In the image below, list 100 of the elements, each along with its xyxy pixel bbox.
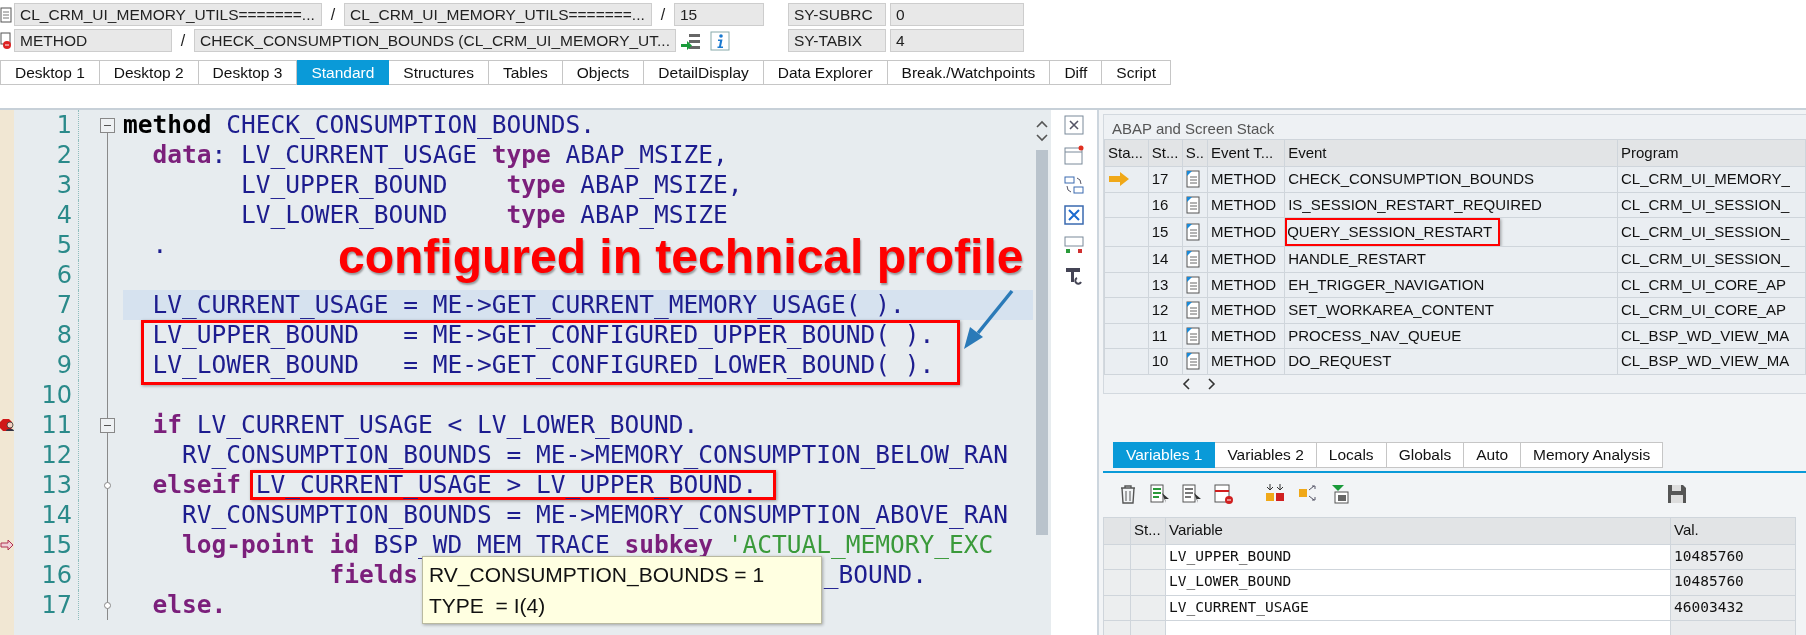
tooltip-text: RV_CONSUMPTION_BOUNDS = 1 — [429, 562, 766, 589]
document-icon — [1185, 326, 1200, 345]
tab[interactable]: Tables — [488, 60, 563, 85]
table-cell: CL_CRM_UI_SESSION_ — [1617, 246, 1806, 272]
table-cell: CL_CRM_UI_CORE_AP — [1617, 272, 1806, 298]
field: 4 — [890, 29, 1024, 52]
code-line: LV_LOWER_BOUND = ME->GET_CONFIGURED_LOWER_BOUND( ). — [152, 350, 935, 380]
table-cell: HANDLE_RESTART — [1284, 246, 1618, 272]
table-cell: CL_BSP_WD_VIEW_MA — [1617, 323, 1806, 349]
column-header[interactable]: Sta... — [1104, 139, 1149, 167]
column-header[interactable]: Program — [1617, 139, 1806, 167]
tab[interactable]: Structures — [389, 60, 489, 85]
tooltip-text: TYPE = I(4) — [429, 593, 547, 619]
separator: / — [329, 4, 337, 25]
collapse-icon[interactable] — [100, 117, 115, 133]
code-line: . — [152, 230, 168, 260]
table-cell: EH_TRIGGER_NAVIGATION — [1284, 272, 1618, 298]
tab[interactable]: Data Explorer — [763, 60, 888, 85]
table-cell: LV_UPPER_BOUND — [1165, 544, 1671, 570]
table-cell: CL_BSP_WD_VIEW_MA — [1617, 348, 1806, 374]
column-header[interactable]: Val. — [1670, 517, 1796, 544]
field-label: SY-SUBRC — [788, 3, 886, 26]
document-icon — [1185, 352, 1200, 371]
code-line: data: LV_CURRENT_USAGE type ABAP_MSIZE, — [152, 140, 728, 170]
code-line: _BOUND. — [823, 560, 927, 590]
column-header[interactable]: St... — [1148, 139, 1183, 167]
scroll-right-icon[interactable] — [1208, 377, 1216, 390]
table-cell: SET_WORKAREA_CONTENT — [1284, 297, 1618, 323]
code-line: RV_CONSUMPTION_BOUNDS = ME->MEMORY_CONSUMPTION_BELOW_RAN — [182, 440, 1008, 470]
table-cell: 10485760 — [1670, 569, 1796, 595]
layout-icon[interactable] — [1063, 234, 1085, 256]
current-arrow-icon — [1108, 172, 1130, 187]
table-cell: METHOD — [1207, 217, 1285, 247]
code-line: elseif — [152, 470, 242, 500]
tab[interactable]: Globals — [1386, 441, 1465, 468]
table-cell: IS_SESSION_RESTART_REQUIRED — [1284, 192, 1618, 218]
document-icon — [1185, 223, 1200, 241]
table-cell: METHOD — [1207, 192, 1285, 218]
collapse-icon[interactable] — [100, 417, 115, 433]
code-line: log-point id BSP_WD_MEM_TRACE subkey 'ACTUAL_MEMORY_EXC — [182, 530, 994, 560]
column-header[interactable]: S.. — [1182, 139, 1208, 167]
tab[interactable]: Desktop 1 — [0, 60, 100, 85]
code-line: RV_CONSUMPTION_BOUNDS = ME->MEMORY_CONSUMPTION_ABOVE_RAN — [182, 500, 1008, 530]
code-line: LV_UPPER_BOUND = ME->GET_CONFIGURED_UPPER_BOUND( ). — [152, 320, 935, 350]
column-header[interactable]: Event — [1284, 139, 1618, 167]
code-line: LV_UPPER_BOUND type ABAP_MSIZE, — [241, 170, 743, 200]
tab[interactable]: Break./Watchpoints — [887, 60, 1051, 85]
field-label: SY-TABIX — [788, 29, 886, 52]
scroll-down-icon[interactable] — [1036, 134, 1048, 142]
annotation-arrow — [964, 289, 1014, 349]
table-cell: 46003432 — [1670, 595, 1796, 621]
close-icon[interactable] — [1063, 114, 1085, 136]
tab[interactable]: Locals — [1316, 441, 1387, 468]
table-cell: CL_CRM_UI_SESSION_ — [1617, 192, 1806, 218]
code-line: LV_CURRENT_USAGE = ME->GET_CURRENT_MEMORY_USAGE( ). — [152, 290, 905, 320]
table-cell: METHOD — [1207, 166, 1285, 192]
tab[interactable]: Desktop 3 — [198, 60, 298, 85]
code-line: else. — [152, 590, 227, 620]
table-cell: LV_CURRENT_USAGE — [1165, 595, 1671, 621]
column-header[interactable]: St... — [1130, 517, 1166, 544]
document-icon — [1185, 170, 1200, 189]
swap-icon[interactable] — [1063, 174, 1085, 196]
tab[interactable]: Desktop 2 — [99, 60, 199, 85]
tab[interactable]: DetailDisplay — [644, 60, 764, 85]
tab[interactable]: Script — [1102, 60, 1171, 85]
code-line: if LV_CURRENT_USAGE < LV_LOWER_BOUND. — [152, 410, 699, 440]
list-select-icon[interactable] — [1181, 482, 1203, 505]
tab[interactable]: Auto — [1464, 441, 1522, 468]
code-line: fields — [329, 560, 418, 590]
separator: / — [659, 4, 667, 25]
expand-icon[interactable] — [1063, 204, 1085, 226]
field: CHECK_CONSUMPTION_BOUNDS (CL_CRM_UI_MEMORY_UT... — [194, 29, 676, 52]
code-line: method CHECK_CONSUMPTION_BOUNDS. — [123, 110, 596, 140]
column-header[interactable]: Event T... — [1207, 139, 1285, 167]
field: 0 — [890, 3, 1024, 26]
table-cell: CL_CRM_UI_CORE_AP — [1617, 297, 1806, 323]
document-icon — [1185, 250, 1200, 269]
table-cell: CL_CRM_UI_SESSION_ — [1617, 217, 1806, 247]
scroll-left-icon[interactable] — [1182, 377, 1190, 390]
scroll-up-icon[interactable] — [1036, 120, 1048, 128]
scrollbar-thumb[interactable] — [1036, 150, 1048, 535]
tab[interactable]: Variables 2 — [1215, 441, 1317, 468]
document-icon — [1185, 275, 1200, 294]
tab[interactable]: Memory Analysis — [1521, 441, 1664, 468]
table-cell: LV_LOWER_BOUND — [1165, 569, 1671, 595]
document-icon — [1185, 195, 1200, 214]
tab[interactable]: Objects — [562, 60, 645, 85]
save-icon[interactable] — [1666, 482, 1688, 505]
table-cell: CHECK_CONSUMPTION_BOUNDS — [1284, 166, 1618, 192]
field: CL_CRM_UI_MEMORY_UTILS=======... — [14, 3, 322, 26]
new-window-icon[interactable] — [1063, 144, 1085, 166]
code-line: LV_LOWER_BOUND type ABAP_MSIZE — [241, 200, 728, 230]
tab[interactable]: Diff — [1050, 60, 1103, 85]
info-icon[interactable] — [709, 30, 730, 51]
list-delete-icon[interactable] — [1213, 482, 1235, 505]
list-select-icon[interactable] — [1149, 482, 1171, 505]
column-header[interactable]: Variable — [1165, 517, 1671, 544]
highlighted-code: LV_CURRENT_USAGE > LV_UPPER_BOUND. — [249, 470, 777, 500]
separator: / — [179, 30, 187, 51]
panel-title: ABAP and Screen Stack — [1111, 119, 1276, 139]
